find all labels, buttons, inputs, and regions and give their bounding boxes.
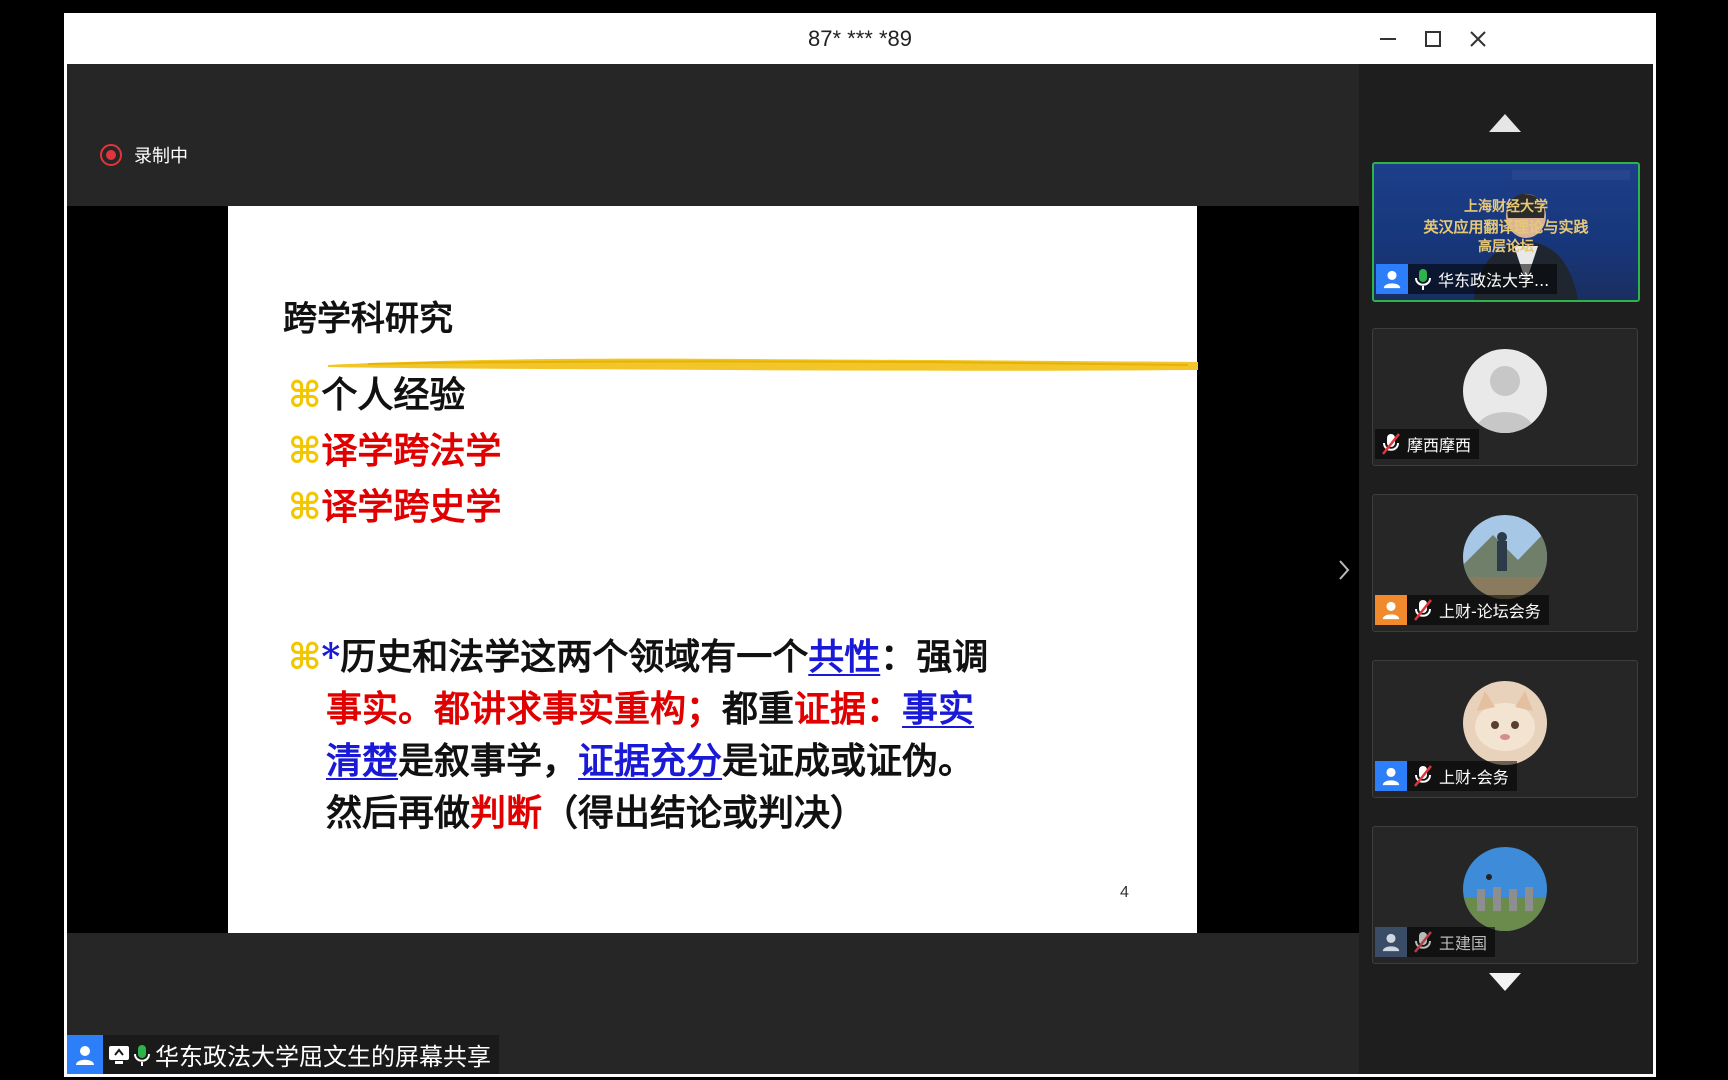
participant-tile[interactable]: 上财-会务 bbox=[1372, 660, 1638, 798]
recording-indicator: 录制中 bbox=[100, 142, 188, 168]
avatar bbox=[1463, 349, 1547, 433]
paragraph-highlight: 事实 bbox=[902, 688, 975, 730]
microphone-muted-icon bbox=[1414, 599, 1432, 621]
star-mark: * bbox=[321, 636, 341, 678]
scroll-down-icon[interactable] bbox=[1489, 973, 1521, 991]
record-icon bbox=[100, 144, 122, 166]
bullet-symbol: ⌘ bbox=[288, 430, 322, 472]
screen-share-area: 跨学科研究 ⌘个人经验 ⌘译学跨法学 ⌘译学跨史学 ⌘*历史和法学这两个领域有一… bbox=[67, 206, 1359, 933]
main-view: 录制中 跨学科研究 ⌘个人经验 ⌘译学跨法学 ⌘译学跨史学 ⌘*历史和法学这两个… bbox=[67, 64, 1359, 1074]
slide-page-number: 4 bbox=[1120, 884, 1129, 901]
participant-tile-active-speaker[interactable]: 上海财经大学 英汉应用翻译理论与实践 高层论坛 华东政法大学... bbox=[1372, 162, 1640, 302]
avatar bbox=[1463, 847, 1547, 931]
bullet-item: ⌘个人经验 bbox=[288, 366, 465, 418]
maximize-icon[interactable] bbox=[1419, 25, 1447, 53]
user-icon bbox=[1375, 761, 1407, 791]
user-icon bbox=[1375, 927, 1407, 957]
video-banner-line: 英汉应用翻译理论与实践 bbox=[1423, 218, 1589, 236]
participant-namebar: 上财-论坛会务 bbox=[1375, 595, 1549, 625]
microphone-icon bbox=[134, 1044, 150, 1066]
participant-name: 摩西摩西 bbox=[1407, 436, 1472, 455]
paragraph-text: ：强调 bbox=[880, 636, 989, 678]
participant-tile[interactable]: 上财-论坛会务 bbox=[1372, 494, 1638, 632]
slide-title: 跨学科研究 bbox=[283, 299, 453, 339]
participant-name: 上财-会务 bbox=[1439, 768, 1509, 787]
bullet-item: ⌘译学跨法学 bbox=[288, 422, 501, 474]
paragraph-text: 都重 bbox=[722, 688, 795, 730]
bullet-text: 译学跨法学 bbox=[321, 430, 502, 472]
participant-name: 华东政法大学... bbox=[1438, 271, 1550, 290]
bullet-text: 个人经验 bbox=[321, 374, 466, 416]
meeting-window: 87* *** *89 录制中 跨学科研究 ⌘个人经验 ⌘译学跨法学 ⌘译学跨史… bbox=[64, 13, 1656, 1077]
slide-paragraph: ⌘*历史和法学这两个领域有一个共性：强调 事实。都讲求事实重构；都重证据：事实 … bbox=[288, 631, 988, 839]
paragraph-text: 是叙事学， bbox=[398, 740, 579, 782]
recording-label: 录制中 bbox=[134, 146, 188, 167]
screen-share-owner: 华东政法大学屈文生的屏幕共享 bbox=[155, 1043, 491, 1071]
paragraph-highlight: 事实。都讲求事实重构； bbox=[326, 688, 723, 730]
bullet-text: 译学跨史学 bbox=[321, 486, 502, 528]
paragraph-text: 是证成或证伪。 bbox=[722, 740, 975, 782]
minimize-icon[interactable] bbox=[1374, 25, 1402, 53]
paragraph-highlight: 清楚 bbox=[326, 740, 399, 782]
participant-namebar: 摩西摩西 bbox=[1375, 429, 1480, 459]
paragraph-text: 历史和法学这两个领域有一个 bbox=[340, 636, 809, 678]
screen-share-icon bbox=[109, 1045, 129, 1064]
paragraph-highlight: 证据： bbox=[794, 688, 903, 730]
user-icon bbox=[67, 1035, 103, 1074]
participant-namebar: 华东政法大学... bbox=[1376, 264, 1558, 294]
title-bar: 87* *** *89 bbox=[64, 13, 1656, 64]
microphone-muted-icon bbox=[1414, 765, 1432, 787]
avatar bbox=[1463, 681, 1547, 765]
participant-tile[interactable]: 王建国 bbox=[1372, 826, 1638, 964]
paragraph-text: 然后再做 bbox=[326, 792, 471, 834]
bullet-item: ⌘译学跨史学 bbox=[288, 478, 501, 530]
paragraph-highlight: 共性 bbox=[808, 636, 881, 678]
avatar bbox=[1463, 515, 1547, 599]
user-icon bbox=[1375, 595, 1407, 625]
bullet-symbol: ⌘ bbox=[288, 636, 322, 678]
microphone-muted-icon bbox=[1382, 433, 1400, 455]
user-icon bbox=[1376, 264, 1408, 294]
bullet-symbol: ⌘ bbox=[288, 486, 322, 528]
meeting-content: 录制中 跨学科研究 ⌘个人经验 ⌘译学跨法学 ⌘译学跨史学 ⌘*历史和法学这两个… bbox=[67, 64, 1653, 1074]
participant-namebar: 王建国 bbox=[1375, 927, 1496, 957]
paragraph-highlight: 判断 bbox=[470, 792, 543, 834]
window-title: 87* *** *89 bbox=[808, 26, 912, 51]
participant-name: 上财-论坛会务 bbox=[1439, 602, 1541, 621]
participant-name: 王建国 bbox=[1439, 934, 1488, 953]
video-banner-line: 上海财经大学 bbox=[1464, 199, 1548, 215]
presentation-slide: 跨学科研究 ⌘个人经验 ⌘译学跨法学 ⌘译学跨史学 ⌘*历史和法学这两个领域有一… bbox=[228, 206, 1198, 933]
paragraph-highlight: 证据充分 bbox=[578, 740, 723, 782]
participant-tile[interactable]: 摩西摩西 bbox=[1372, 328, 1638, 466]
paragraph-text: （得出结论或判决） bbox=[542, 792, 867, 834]
bullet-symbol: ⌘ bbox=[288, 374, 322, 416]
participant-sidebar: 上海财经大学 英汉应用翻译理论与实践 高层论坛 华东政法大学... 摩西摩西 上… bbox=[1359, 64, 1653, 1074]
scroll-up-icon[interactable] bbox=[1489, 114, 1521, 132]
participant-namebar: 上财-会务 bbox=[1375, 761, 1517, 791]
close-icon[interactable] bbox=[1464, 25, 1492, 53]
chevron-right-icon[interactable] bbox=[1337, 558, 1351, 582]
microphone-muted-icon bbox=[1414, 931, 1432, 953]
microphone-icon bbox=[1415, 269, 1431, 290]
video-banner-line: 高层论坛 bbox=[1478, 239, 1534, 255]
screen-share-label: 华东政法大学屈文生的屏幕共享 bbox=[67, 1035, 499, 1074]
